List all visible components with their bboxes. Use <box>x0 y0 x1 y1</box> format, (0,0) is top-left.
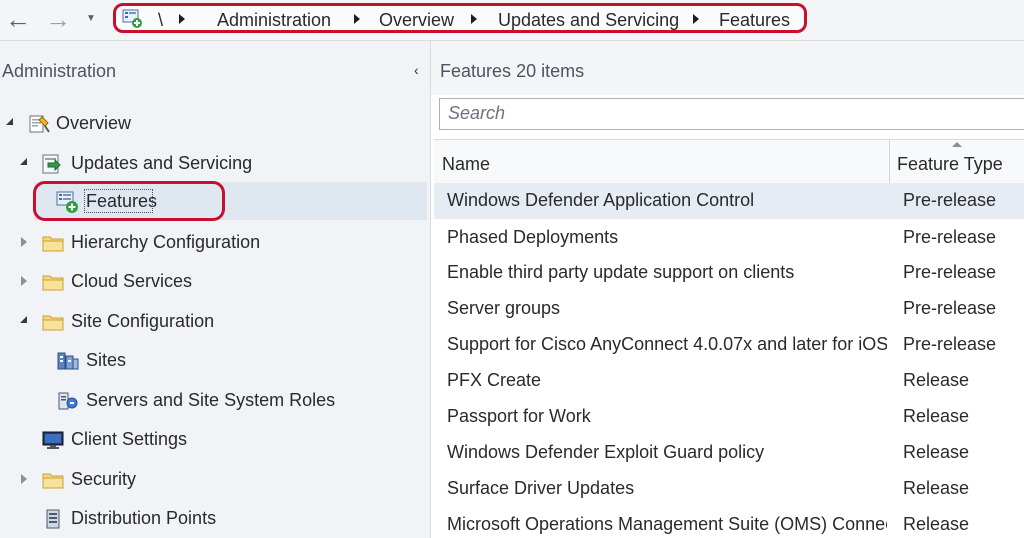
cell-feature-type: Release <box>903 478 969 499</box>
cell-feature-type: Release <box>903 442 969 463</box>
table-row[interactable]: Windows Defender Application Control Pre… <box>434 183 1024 219</box>
cell-feature-type: Release <box>903 406 969 427</box>
collapse-pane-icon[interactable]: ‹ <box>414 62 419 78</box>
cell-name: Microsoft Operations Management Suite (O… <box>447 514 887 535</box>
content-header: Features 20 items <box>431 41 1024 95</box>
cell-name: Enable third party update support on cli… <box>447 262 887 283</box>
expanded-arrow-icon[interactable] <box>20 158 27 165</box>
tree-item-client-settings[interactable]: Client Settings <box>0 425 430 455</box>
table-row[interactable]: Phased Deployments Pre-release <box>434 220 1024 256</box>
cell-feature-type: Pre-release <box>903 190 996 211</box>
cell-name: PFX Create <box>447 370 887 391</box>
distribution-points-icon <box>41 508 65 530</box>
column-header-name[interactable]: Name <box>442 154 490 175</box>
search-input[interactable] <box>440 99 1016 127</box>
breadcrumb-root[interactable]: \ <box>158 10 163 30</box>
cell-feature-type: Pre-release <box>903 262 996 283</box>
page-title: Features 20 items <box>440 61 584 82</box>
tree-item-label: Distribution Points <box>71 508 216 529</box>
collapsed-arrow-icon[interactable] <box>21 276 27 286</box>
breadcrumb-updates-and-servicing[interactable]: Updates and Servicing <box>498 10 679 30</box>
column-header-feature-type[interactable]: Feature Type <box>897 154 1003 175</box>
cell-feature-type: Pre-release <box>903 298 996 319</box>
cell-name: Windows Defender Exploit Guard policy <box>447 442 887 463</box>
breadcrumb-administration[interactable]: Administration <box>217 10 331 30</box>
cell-name: Phased Deployments <box>447 227 887 248</box>
tree-item-label: Site Configuration <box>71 311 214 332</box>
workspace-title: Administration <box>2 61 116 82</box>
breadcrumb-overview[interactable]: Overview <box>379 10 454 30</box>
tree-item-distribution-points[interactable]: Distribution Points <box>0 504 430 534</box>
table-row[interactable]: Enable third party update support on cli… <box>434 255 1024 291</box>
column-header-row: Name Feature Type <box>434 139 1024 185</box>
table-row[interactable]: Passport for Work Release <box>434 399 1024 435</box>
back-arrow-icon[interactable]: ← <box>4 6 32 34</box>
client-settings-icon <box>41 429 65 451</box>
chevron-down-icon[interactable]: ▼ <box>86 13 96 24</box>
sites-icon <box>56 350 80 372</box>
cell-name: Passport for Work <box>447 406 887 427</box>
navigation-bar: ← → ▼ \ Administration Overview Updates … <box>0 0 1024 41</box>
search-box[interactable] <box>439 98 1024 130</box>
tree-item-security[interactable]: Security <box>0 465 430 495</box>
item-count: 20 items <box>516 61 584 81</box>
page-title-text: Features <box>440 61 511 81</box>
tree-item-servers-and-site-system-roles[interactable]: Servers and Site System Roles <box>0 386 430 416</box>
tree-item-updates-and-servicing[interactable]: Updates and Servicing <box>0 149 430 179</box>
tree-item-sites[interactable]: Sites <box>0 346 430 376</box>
collapsed-arrow-icon[interactable] <box>21 474 27 484</box>
column-divider[interactable] <box>889 140 890 184</box>
tree-item-label: Security <box>71 469 136 490</box>
table-row[interactable]: Support for Cisco AnyConnect 4.0.07x and… <box>434 327 1024 363</box>
features-node-icon <box>122 9 144 29</box>
breadcrumb-separator-icon[interactable] <box>179 14 185 24</box>
folder-icon <box>41 311 65 333</box>
table-row[interactable]: Server groups Pre-release <box>434 291 1024 327</box>
content-pane: Features 20 items Name Feature Type Wind… <box>431 41 1024 538</box>
breadcrumb-features[interactable]: Features <box>719 10 790 30</box>
cell-name: Server groups <box>447 298 887 319</box>
server-roles-icon <box>56 390 80 412</box>
tree-item-site-configuration[interactable]: Site Configuration <box>0 307 430 337</box>
cell-feature-type: Release <box>903 514 969 535</box>
table-row[interactable]: Windows Defender Exploit Guard policy Re… <box>434 435 1024 471</box>
table-row[interactable]: Microsoft Operations Management Suite (O… <box>434 507 1024 538</box>
tree-item-label: Servers and Site System Roles <box>86 390 335 411</box>
breadcrumb-separator-icon[interactable] <box>354 14 360 24</box>
tree-item-overview[interactable]: Overview <box>0 109 430 139</box>
table-row[interactable]: PFX Create Release <box>434 363 1024 399</box>
navigation-pane: Administration ‹ Overview Updates and Se… <box>0 41 431 538</box>
folder-icon <box>41 232 65 254</box>
tree-item-cloud-services[interactable]: Cloud Services <box>0 267 430 297</box>
tree-item-label: Overview <box>56 113 131 134</box>
tree-item-label: Hierarchy Configuration <box>71 232 260 253</box>
tree-item-hierarchy-configuration[interactable]: Hierarchy Configuration <box>0 228 430 258</box>
tree-item-label: Sites <box>86 350 126 371</box>
collapsed-arrow-icon[interactable] <box>21 237 27 247</box>
folder-icon <box>41 469 65 491</box>
overview-icon <box>28 113 52 135</box>
folder-icon <box>41 271 65 293</box>
updates-icon <box>40 153 64 175</box>
cell-name: Surface Driver Updates <box>447 478 887 499</box>
highlight-annotation <box>33 181 225 221</box>
sort-ascending-icon <box>952 142 962 147</box>
expanded-arrow-icon[interactable] <box>6 118 13 125</box>
table-row[interactable]: Surface Driver Updates Release <box>434 471 1024 507</box>
cell-name: Windows Defender Application Control <box>447 190 887 211</box>
tree-item-label: Updates and Servicing <box>71 153 252 174</box>
cell-name: Support for Cisco AnyConnect 4.0.07x and… <box>447 334 887 355</box>
expanded-arrow-icon[interactable] <box>20 316 27 323</box>
cell-feature-type: Pre-release <box>903 334 996 355</box>
cell-feature-type: Release <box>903 370 969 391</box>
breadcrumb-separator-icon[interactable] <box>471 14 477 24</box>
address-bar[interactable]: \ Administration Overview Updates and Se… <box>113 3 807 33</box>
breadcrumb-separator-icon[interactable] <box>693 14 699 24</box>
forward-arrow-icon[interactable]: → <box>44 6 72 34</box>
tree-item-label: Client Settings <box>71 429 187 450</box>
tree-item-label: Cloud Services <box>71 271 192 292</box>
cell-feature-type: Pre-release <box>903 227 996 248</box>
